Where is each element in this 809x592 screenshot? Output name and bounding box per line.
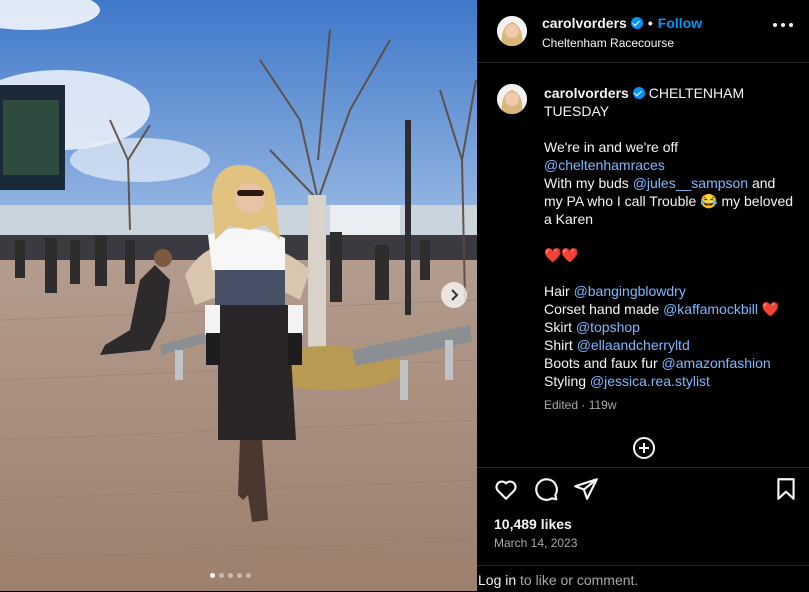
mention-link[interactable]: @ellaandcherryltd xyxy=(577,337,690,353)
header-username-row: carolvorders • Follow xyxy=(542,15,702,31)
avatar-image xyxy=(497,16,527,46)
action-bar xyxy=(477,467,809,508)
login-link[interactable]: Log in xyxy=(478,572,516,588)
edited-label: Edited · 119w xyxy=(544,398,617,412)
post-photo[interactable] xyxy=(0,0,477,591)
credit-label: Styling xyxy=(544,373,590,389)
credit-label: Shirt xyxy=(544,337,577,353)
follow-button[interactable]: Follow xyxy=(658,15,702,31)
credit-label: Corset hand made xyxy=(544,301,664,317)
verified-badge-icon xyxy=(630,17,643,29)
login-suffix: to like or comment. xyxy=(516,572,639,588)
mention-link[interactable]: @topshop xyxy=(576,319,640,335)
mention-link[interactable]: @bangingblowdry xyxy=(574,283,686,299)
send-icon[interactable] xyxy=(573,476,599,502)
post-date: March 14, 2023 xyxy=(494,536,578,550)
credit-label: Hair xyxy=(544,283,574,299)
heart-icon[interactable] xyxy=(493,476,519,502)
login-prompt: Log in to like or comment. xyxy=(477,565,809,592)
username-link[interactable]: carolvorders xyxy=(542,15,627,31)
mention-link[interactable]: @kaffamockbill xyxy=(663,301,758,317)
carousel-dot xyxy=(219,573,224,578)
bookmark-icon[interactable] xyxy=(773,476,799,502)
caption-avatar[interactable] xyxy=(497,84,527,114)
avatar[interactable] xyxy=(497,16,527,46)
mention-link[interactable]: @amazonfashion xyxy=(662,355,771,371)
avatar-image xyxy=(497,84,527,114)
carousel-dot xyxy=(210,573,215,578)
carousel-dot xyxy=(228,573,233,578)
caption-line: We're in and we're off xyxy=(544,139,679,155)
post-caption: carolvorders CHELTENHAM TUESDAY We're in… xyxy=(544,84,794,390)
edited-text: Edited xyxy=(544,398,579,412)
caption-text: With my buds xyxy=(544,175,633,191)
post-details-panel: carolvorders • Follow Cheltenham Racecours… xyxy=(477,0,809,591)
verified-badge-icon xyxy=(632,87,645,99)
carousel-dot xyxy=(237,573,242,578)
chevron-right-icon xyxy=(451,289,459,301)
separator-dot: • xyxy=(647,15,653,31)
hearts-emoji: ❤️❤️ xyxy=(544,247,579,263)
mention-link[interactable]: @jessica.rea.stylist xyxy=(590,373,710,389)
next-image-button[interactable] xyxy=(441,282,467,308)
instagram-post-view: carolvorders • Follow Cheltenham Racecours… xyxy=(0,0,809,591)
more-options-icon[interactable] xyxy=(773,23,793,29)
caption-username[interactable]: carolvorders xyxy=(544,85,629,101)
plus-circle-icon[interactable] xyxy=(633,437,655,459)
mention-link[interactable]: @jules__sampson xyxy=(633,175,748,191)
likes-count[interactable]: 10,489 likes xyxy=(494,516,572,532)
carousel-dot xyxy=(246,573,251,578)
post-header: carolvorders • Follow Cheltenham Racecours… xyxy=(477,0,809,63)
post-age[interactable]: 119w xyxy=(589,398,617,412)
carousel-indicator xyxy=(210,573,251,578)
credit-suffix: ❤️ xyxy=(757,301,780,317)
credit-label: Skirt xyxy=(544,319,576,335)
photo-illustration xyxy=(0,0,477,591)
credit-label: Boots and faux fur xyxy=(544,355,662,371)
mention-link[interactable]: @cheltenhamraces xyxy=(544,157,665,173)
location-link[interactable]: Cheltenham Racecourse xyxy=(542,36,674,50)
comment-icon[interactable] xyxy=(533,476,559,502)
